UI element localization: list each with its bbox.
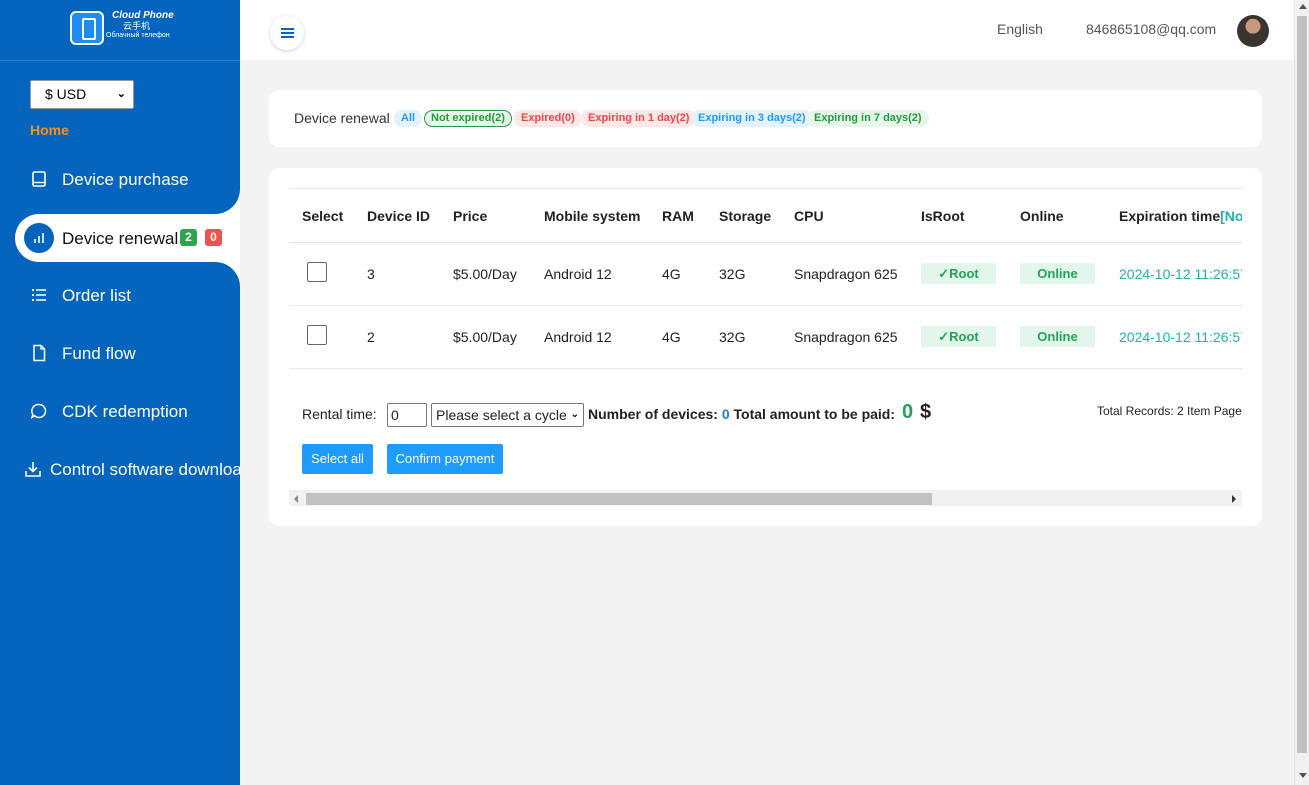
filter-tag-not-expired[interactable]: Not expired(2) [424, 110, 512, 127]
language-selector[interactable]: English [997, 21, 1043, 37]
cell-storage: 32G [719, 329, 746, 345]
row-select-checkbox[interactable] [307, 325, 327, 345]
logo-tagline: Облачный телефон [106, 32, 170, 39]
filter-tag-expiring-3-days[interactable]: Expiring in 3 days(2) [691, 110, 813, 127]
cell-mobile-system: Android 12 [544, 266, 612, 282]
bar-chart-icon [34, 233, 44, 243]
expired-count-badge: 0 [205, 229, 222, 246]
sidebar-item-control-software-download[interactable]: Control software download [0, 444, 240, 496]
filter-tag-expired[interactable]: Expired(0) [514, 110, 582, 127]
logo-title: Cloud Phone [112, 10, 174, 21]
book-icon [32, 171, 46, 187]
online-badge: Online [1020, 326, 1095, 347]
device-table-card: Select Device ID Price Mobile system RAM… [269, 168, 1262, 526]
logo[interactable]: Cloud Phone 云手机 Облачный телефон [0, 0, 240, 61]
renewal-count-badge: 2 [180, 229, 197, 246]
download-icon [25, 462, 41, 477]
cell-expiration-time: 2024-10-12 11:26:57 [1119, 329, 1242, 345]
online-badge: Online [1020, 263, 1095, 284]
sidebar-item-label: Order list [62, 286, 131, 305]
filter-tag-expiring-1-day[interactable]: Expiring in 1 day(2) [581, 110, 697, 127]
chevron-down-icon: ⌄ [570, 409, 579, 420]
user-email[interactable]: 846865108@qq.com [1086, 21, 1216, 37]
list-icon [31, 288, 46, 302]
renewal-filter-card: Device renewal All Not expired(2) Expire… [269, 90, 1262, 147]
cell-price: $5.00/Day [453, 266, 517, 282]
sidebar-item-label: CDK redemption [62, 402, 188, 421]
scroll-down-icon[interactable] [1299, 773, 1307, 778]
avatar[interactable] [1237, 15, 1269, 47]
confirm-payment-button[interactable]: Confirm payment [387, 444, 503, 474]
filter-tag-all[interactable]: All [394, 110, 423, 127]
scroll-up-icon[interactable] [1299, 4, 1307, 9]
rental-time-label: Rental time: [302, 406, 377, 422]
phone-logo-icon [70, 11, 104, 45]
table-horizontal-scrollbar[interactable] [289, 490, 1242, 506]
column-header-cpu: CPU [794, 208, 824, 224]
root-badge: ✓Root [921, 326, 996, 347]
cell-cpu: Snapdragon 625 [794, 329, 898, 345]
sidebar-item-order-list[interactable]: Order list [0, 270, 240, 322]
sidebar-item-device-renewal[interactable]: Device renewal 2 0 [15, 214, 240, 262]
column-header-expiration-time: Expiration time[No [1119, 208, 1242, 224]
chat-bubble-icon [30, 403, 47, 420]
row-select-checkbox[interactable] [307, 262, 327, 282]
column-header-device-id: Device ID [367, 208, 431, 224]
cell-expiration-time: 2024-10-12 11:26:57 [1119, 266, 1242, 282]
page-scrollbar[interactable] [1294, 0, 1309, 785]
sidebar-item-device-purchase[interactable]: Device purchase [0, 154, 240, 206]
sidebar-item-fund-flow[interactable]: Fund flow [0, 328, 240, 380]
column-header-select: Select [302, 208, 344, 224]
cycle-select-value: Please select a cycle [436, 407, 567, 423]
home-link[interactable]: Home [30, 122, 69, 138]
cycle-select[interactable]: Please select a cycle ⌄ [431, 403, 584, 427]
menu-toggle-button[interactable] [270, 16, 304, 50]
filter-title: Device renewal [294, 110, 390, 126]
column-header-price: Price [453, 208, 488, 224]
column-header-mobile-system: Mobile system [544, 208, 641, 224]
select-all-button[interactable]: Select all [302, 444, 373, 474]
document-icon [33, 344, 46, 362]
logo-subtitle: 云手机 [123, 21, 151, 31]
scroll-left-icon[interactable] [294, 495, 298, 503]
sidebar-item-label: Device renewal [62, 229, 179, 248]
column-header-isroot: IsRoot [921, 208, 965, 224]
column-header-storage: Storage [719, 208, 772, 224]
sidebar-item-label: Fund flow [62, 344, 136, 363]
cell-storage: 32G [719, 266, 746, 282]
total-currency: $ [920, 401, 932, 423]
cell-ram: 4G [662, 266, 681, 282]
pagination-records: Total Records: 2 Item Page: [1097, 404, 1242, 418]
cell-cpu: Snapdragon 625 [794, 266, 898, 282]
cell-mobile-system: Android 12 [544, 329, 612, 345]
sidebar-item-cdk-redemption[interactable]: CDK redemption [0, 386, 240, 438]
currency-value: $ USD [45, 86, 87, 102]
top-bar: English 846865108@qq.com [240, 0, 1294, 60]
scroll-right-icon[interactable] [1232, 495, 1236, 503]
sidebar: Cloud Phone 云手机 Облачный телефон $ USD ⌄… [0, 0, 240, 785]
chevron-down-icon: ⌄ [116, 88, 126, 100]
cell-price: $5.00/Day [453, 329, 517, 345]
rental-time-input[interactable]: 0 [387, 403, 427, 427]
device-table: Select Device ID Price Mobile system RAM… [289, 188, 1242, 506]
column-header-online: Online [1020, 208, 1064, 224]
device-count-summary: Number of devices: 0 Total amount to be … [588, 406, 896, 422]
sidebar-item-label: Device purchase [62, 170, 189, 189]
sidebar-item-label: Control software download [50, 460, 240, 479]
root-badge: ✓Root [921, 263, 996, 284]
cell-device-id: 2 [367, 329, 375, 345]
device-count: 0 [721, 406, 730, 422]
column-header-ram: RAM [662, 208, 694, 224]
filter-tag-expiring-7-days[interactable]: Expiring in 7 days(2) [807, 110, 929, 127]
total-amount: 0 [902, 401, 914, 423]
cell-ram: 4G [662, 329, 681, 345]
cell-device-id: 3 [367, 266, 375, 282]
currency-select[interactable]: $ USD ⌄ [30, 80, 134, 109]
